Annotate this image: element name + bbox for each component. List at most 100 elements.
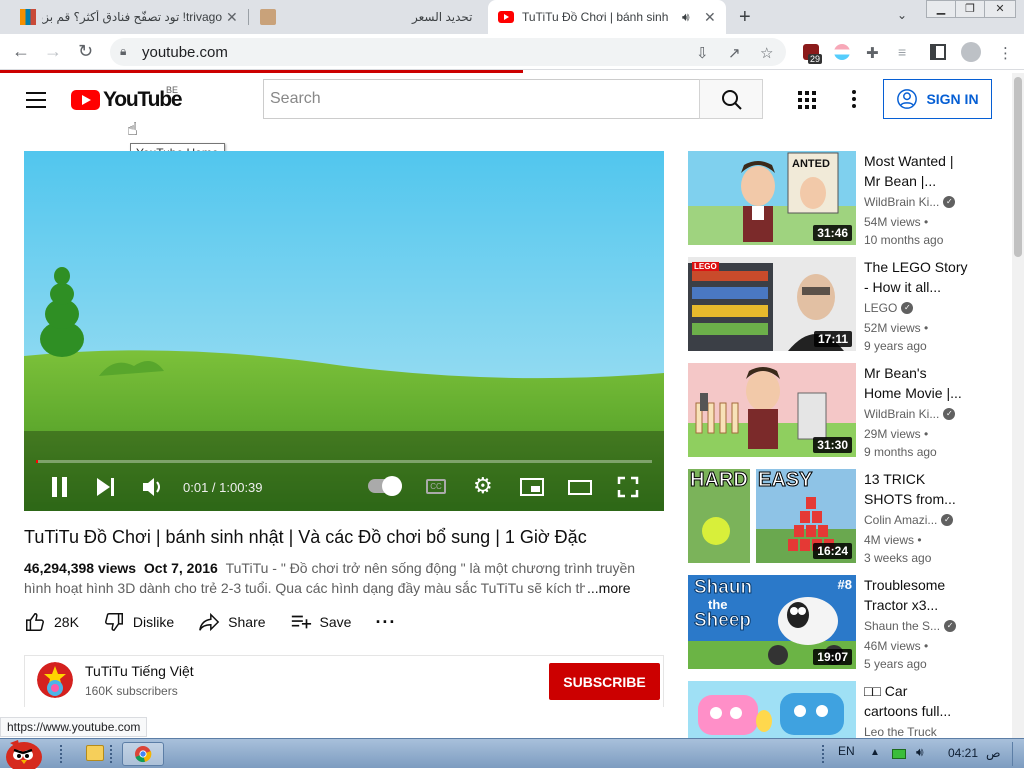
volume-icon[interactable] xyxy=(140,473,166,501)
tab-trivago[interactable]: trivago! تود تصفّح فنادق أكثر؟ قم بزيارة… xyxy=(12,0,242,34)
channel-avatar[interactable] xyxy=(37,662,73,698)
recommendation-item[interactable]: 31:30 Mr Bean's Home Movie |... WildBrain… xyxy=(688,363,988,459)
thumb-caption: Shaun xyxy=(693,577,753,599)
fullscreen-icon[interactable] xyxy=(617,476,639,498)
share-icon[interactable]: ↗ xyxy=(728,44,741,62)
taskbar-grip[interactable] xyxy=(60,745,64,763)
dislike-button[interactable]: Dislike xyxy=(103,611,174,633)
video-thumbnail[interactable]: 31:30 xyxy=(688,363,856,457)
bookmark-star-icon[interactable]: ☆ xyxy=(760,44,773,62)
verified-check-icon: ✓ xyxy=(941,514,954,526)
lock-icon[interactable]: 🔒︎ xyxy=(120,44,126,59)
video-frame xyxy=(24,151,664,511)
like-button[interactable]: 28K xyxy=(24,611,79,633)
share-button[interactable]: Share xyxy=(198,611,266,633)
clock-time[interactable]: 04:21 xyxy=(948,746,978,760)
tab-search-chevron-icon[interactable]: ⌄ xyxy=(897,8,907,22)
verified-check-icon: ✓ xyxy=(943,408,956,420)
minimize-button[interactable]: ▁ xyxy=(926,0,956,18)
thumbs-down-icon xyxy=(104,613,123,631)
start-button-angry-bird-icon[interactable] xyxy=(2,731,52,769)
youtube-apps-grid-icon[interactable] xyxy=(798,91,816,109)
page-scrollbar[interactable] xyxy=(1012,73,1024,738)
rec-channel[interactable]: WildBrain Ki... ✓ xyxy=(864,407,956,421)
extension-flag-icon[interactable] xyxy=(834,44,850,60)
recommendation-item[interactable]: HARD EASY 16:24 13 TRICK SHOTS from... Co… xyxy=(688,469,988,565)
show-desktop-button[interactable] xyxy=(1012,742,1022,766)
tab-title: trivago! تود تصفّح فنادق أكثر؟ قم بزيارة xyxy=(42,10,222,24)
extensions-puzzle-icon[interactable]: ✚ xyxy=(866,44,882,62)
rec-title[interactable]: Troublesome Tractor x3... xyxy=(864,575,976,615)
install-app-icon[interactable]: ⇩ xyxy=(696,44,709,62)
video-thumbnail[interactable]: HARD EASY 16:24 xyxy=(688,469,856,563)
rec-title[interactable]: □□ Car cartoons full... xyxy=(864,681,976,721)
video-thumbnail[interactable]: ANTED 31:46 xyxy=(688,151,856,245)
rec-channel[interactable]: Colin Amazi... ✓ xyxy=(864,513,954,527)
tab-title: تحديد السعر xyxy=(412,10,473,24)
clock-ampm[interactable]: ص xyxy=(986,746,1001,760)
scrollbar-thumb[interactable] xyxy=(1014,77,1022,257)
video-thumbnail[interactable]: Shaun the Sheep #8 19:07 xyxy=(688,575,856,669)
youtube-favicon-icon xyxy=(498,11,514,23)
like-count: 28K xyxy=(54,614,79,630)
forward-arrow-icon[interactable]: → xyxy=(44,41,62,62)
reload-icon[interactable]: ↻ xyxy=(78,41,93,62)
tab-price[interactable]: تحديد السعر xyxy=(252,0,480,34)
rec-channel[interactable]: Shaun the S... ✓ xyxy=(864,619,957,633)
rec-title[interactable]: 13 TRICK SHOTS from... xyxy=(864,469,976,509)
back-arrow-icon[interactable]: ← xyxy=(12,41,30,62)
recommendation-item[interactable]: LEGO 17:11 The LEGO Story - How it all...… xyxy=(688,257,988,353)
language-indicator[interactable]: EN xyxy=(838,744,855,758)
explorer-folder-icon[interactable] xyxy=(86,745,104,761)
close-window-button[interactable]: ✕ xyxy=(984,0,1016,18)
address-bar[interactable]: 🔒︎ youtube.com ⇩ ↗ ☆ xyxy=(110,38,786,66)
menu-hamburger-icon[interactable] xyxy=(26,92,46,108)
autoplay-toggle[interactable] xyxy=(368,476,402,496)
rec-channel[interactable]: LEGO ✓ xyxy=(864,301,914,315)
rec-title[interactable]: Mr Bean's Home Movie |... xyxy=(864,363,976,403)
rec-channel[interactable]: Leo the Truck xyxy=(864,725,937,738)
settings-gear-icon[interactable]: ⚙ xyxy=(473,473,493,499)
side-panel-icon[interactable] xyxy=(930,44,946,60)
progress-bar[interactable] xyxy=(36,460,652,463)
close-tab-icon[interactable]: ✕ xyxy=(704,9,716,26)
pause-icon[interactable] xyxy=(48,473,72,501)
show-hidden-icons-icon[interactable]: ▲ xyxy=(870,747,880,758)
browser-menu-icon[interactable]: ⋮ xyxy=(998,44,1014,62)
recommendation-item[interactable]: □□ Car cartoons full... Leo the Truck xyxy=(688,681,988,738)
video-thumbnail[interactable] xyxy=(688,681,856,738)
miniplayer-icon[interactable] xyxy=(520,478,544,496)
video-player[interactable]: 0:01 / 1:00:39 CC ⚙ xyxy=(24,151,664,511)
tab-youtube[interactable]: TuTiTu Đồ Chơi | bánh sinh 🔊︎ ✕ xyxy=(488,0,726,34)
close-tab-icon[interactable]: ✕ xyxy=(226,9,238,26)
volume-tray-icon[interactable]: 🔊︎ xyxy=(916,745,924,760)
rec-title[interactable]: Most Wanted | Mr Bean |... xyxy=(864,151,976,191)
taskbar-grip[interactable] xyxy=(822,745,826,763)
captions-icon[interactable]: CC xyxy=(426,479,446,494)
settings-more-icon[interactable] xyxy=(852,90,856,108)
new-tab-button[interactable]: + xyxy=(739,6,751,29)
chrome-taskbar-button[interactable] xyxy=(122,742,164,766)
youtube-logo[interactable]: YouTube BE xyxy=(71,85,183,112)
more-actions-icon[interactable]: ··· xyxy=(375,612,396,633)
sign-in-button[interactable]: SIGN IN xyxy=(883,79,992,119)
taskbar-grip[interactable] xyxy=(110,745,114,763)
video-thumbnail[interactable]: LEGO 17:11 xyxy=(688,257,856,351)
show-more-link[interactable]: ...more xyxy=(585,580,631,596)
save-button[interactable]: Save xyxy=(290,611,351,633)
recommendation-item[interactable]: ANTED 31:46 Most Wanted | Mr Bean |... Wi… xyxy=(688,151,988,247)
battery-tray-icon[interactable] xyxy=(892,749,906,759)
restore-button[interactable]: ❐ xyxy=(955,0,985,18)
profile-avatar-icon[interactable] xyxy=(961,42,981,62)
audio-playing-icon[interactable]: 🔊︎ xyxy=(682,10,690,25)
recommendation-item[interactable]: Shaun the Sheep #8 19:07 Troublesome Trac… xyxy=(688,575,988,671)
media-controls-icon[interactable]: ≡ xyxy=(898,44,914,60)
subscribe-button[interactable]: SUBSCRIBE xyxy=(549,663,660,700)
theater-mode-icon[interactable] xyxy=(568,480,592,495)
rec-channel[interactable]: WildBrain Ki... ✓ xyxy=(864,195,956,209)
next-icon[interactable] xyxy=(94,473,118,501)
channel-name[interactable]: TuTiTu Tiếng Việt xyxy=(85,663,194,679)
search-input[interactable]: Search xyxy=(263,79,700,119)
search-button[interactable] xyxy=(699,79,763,119)
rec-title[interactable]: The LEGO Story - How it all... xyxy=(864,257,976,297)
